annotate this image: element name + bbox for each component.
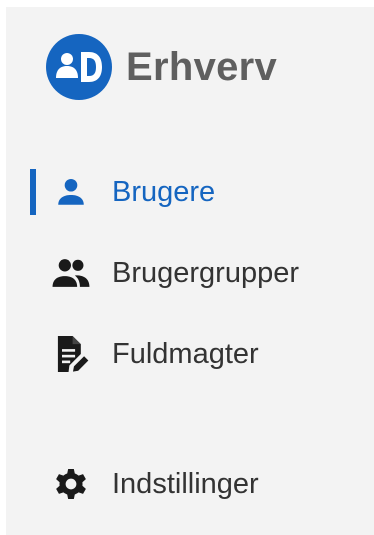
inactive-indicator xyxy=(30,461,36,507)
nav-item-fuldmagter[interactable]: Fuldmagter xyxy=(6,324,374,384)
group-icon xyxy=(50,252,92,294)
brand[interactable]: Erhverv xyxy=(46,34,277,100)
nav-item-brugere[interactable]: Brugere xyxy=(6,162,374,222)
document-edit-icon xyxy=(50,333,92,375)
nav-item-brugergrupper[interactable]: Brugergrupper xyxy=(6,243,374,303)
nav-item-indstillinger[interactable]: Indstillinger xyxy=(6,454,374,514)
brand-title: Erhverv xyxy=(126,45,278,89)
person-d-logo-icon xyxy=(56,52,102,82)
nav-item-label: Brugergrupper xyxy=(112,256,299,289)
inactive-indicator xyxy=(30,250,36,296)
inactive-indicator xyxy=(30,331,36,377)
nav-item-label: Fuldmagter xyxy=(112,337,259,370)
nav-item-label: Indstillinger xyxy=(112,467,259,500)
sidebar: Erhverv Brugere Brugergrupper Fuldmagter… xyxy=(6,7,374,535)
brand-logo xyxy=(46,34,112,100)
nav-item-label: Brugere xyxy=(112,175,216,208)
person-icon xyxy=(50,171,92,213)
active-indicator xyxy=(30,169,36,215)
gear-icon xyxy=(50,463,92,505)
